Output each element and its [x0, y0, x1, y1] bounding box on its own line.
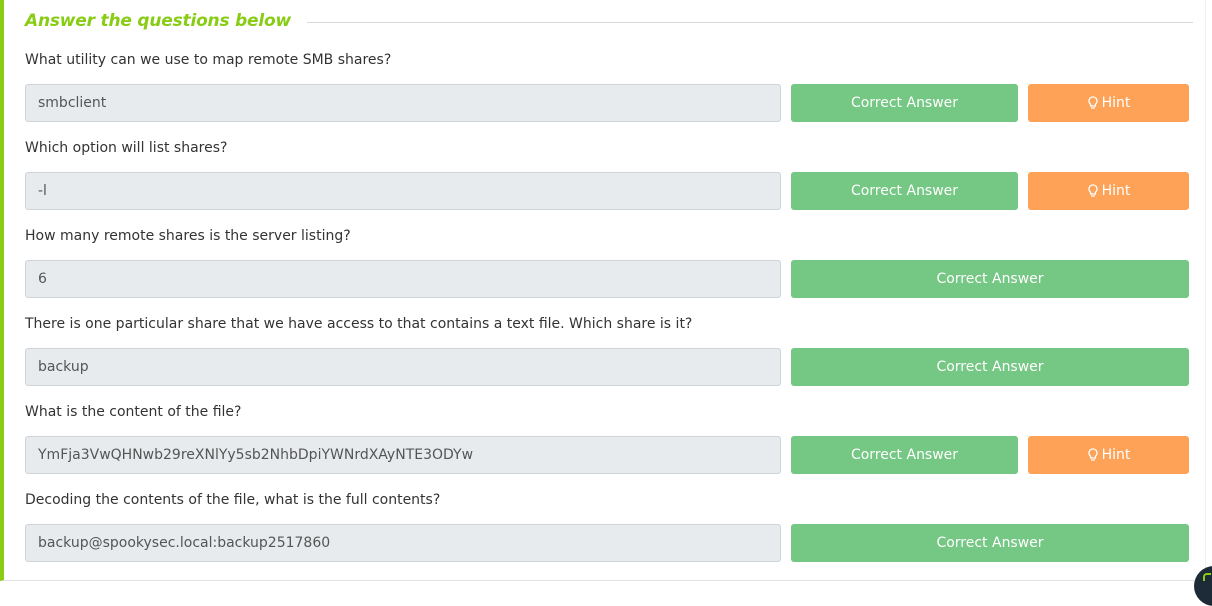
hint-label: Hint [1101, 95, 1131, 111]
answer-6-field[interactable]: backup@spookysec.local:backup2517860 [25, 524, 781, 562]
correct-answer-label: Correct Answer [850, 447, 959, 463]
lightbulb-icon [1087, 96, 1098, 109]
correct-answer-6-button[interactable]: Correct Answer [791, 524, 1189, 562]
hint-2-button[interactable]: Hint [1028, 172, 1189, 210]
correct-answer-3-button[interactable]: Correct Answer [791, 260, 1189, 298]
correct-answer-1-button[interactable]: Correct Answer [791, 84, 1018, 122]
hint-label: Hint [1101, 183, 1131, 199]
hint-1-button[interactable]: Hint [1028, 84, 1189, 122]
correct-answer-5-button[interactable]: Correct Answer [791, 436, 1018, 474]
question-3-text: How many remote shares is the server lis… [25, 228, 351, 244]
correct-answer-2-button[interactable]: Correct Answer [791, 172, 1018, 210]
lightbulb-icon [1087, 184, 1098, 197]
answer-3-field[interactable]: 6 [25, 260, 781, 298]
section-header: Answer the questions below [25, 9, 1193, 33]
answer-1-field[interactable]: smbclient [25, 84, 781, 122]
answer-5-field[interactable]: YmFja3VwQHNwb29reXNlYy5sb2NhbDpiYWNrdXAy… [25, 436, 781, 474]
correct-answer-label: Correct Answer [850, 183, 959, 199]
header-divider [307, 21, 1193, 23]
question-4-text: There is one particular share that we ha… [25, 316, 693, 332]
hint-label: Hint [1101, 447, 1131, 463]
correct-answer-label: Correct Answer [936, 359, 1044, 375]
correct-answer-label: Correct Answer [936, 535, 1044, 551]
hint-5-button[interactable]: Hint [1028, 436, 1189, 474]
question-2-text: Which option will list shares? [25, 140, 228, 156]
answer-2-field[interactable]: -l [25, 172, 781, 210]
lightbulb-icon [1087, 448, 1098, 461]
section-title: Answer the questions below [25, 11, 291, 31]
correct-answer-4-button[interactable]: Correct Answer [791, 348, 1189, 386]
correct-answer-label: Correct Answer [850, 95, 959, 111]
answer-4-field[interactable]: backup [25, 348, 781, 386]
questions-panel: Answer the questions below What utility … [0, 0, 1206, 581]
correct-answer-label: Correct Answer [936, 271, 1044, 287]
question-5-text: What is the content of the file? [25, 404, 242, 420]
question-1-text: What utility can we use to map remote SM… [25, 52, 392, 68]
question-6-text: Decoding the contents of the file, what … [25, 492, 441, 508]
